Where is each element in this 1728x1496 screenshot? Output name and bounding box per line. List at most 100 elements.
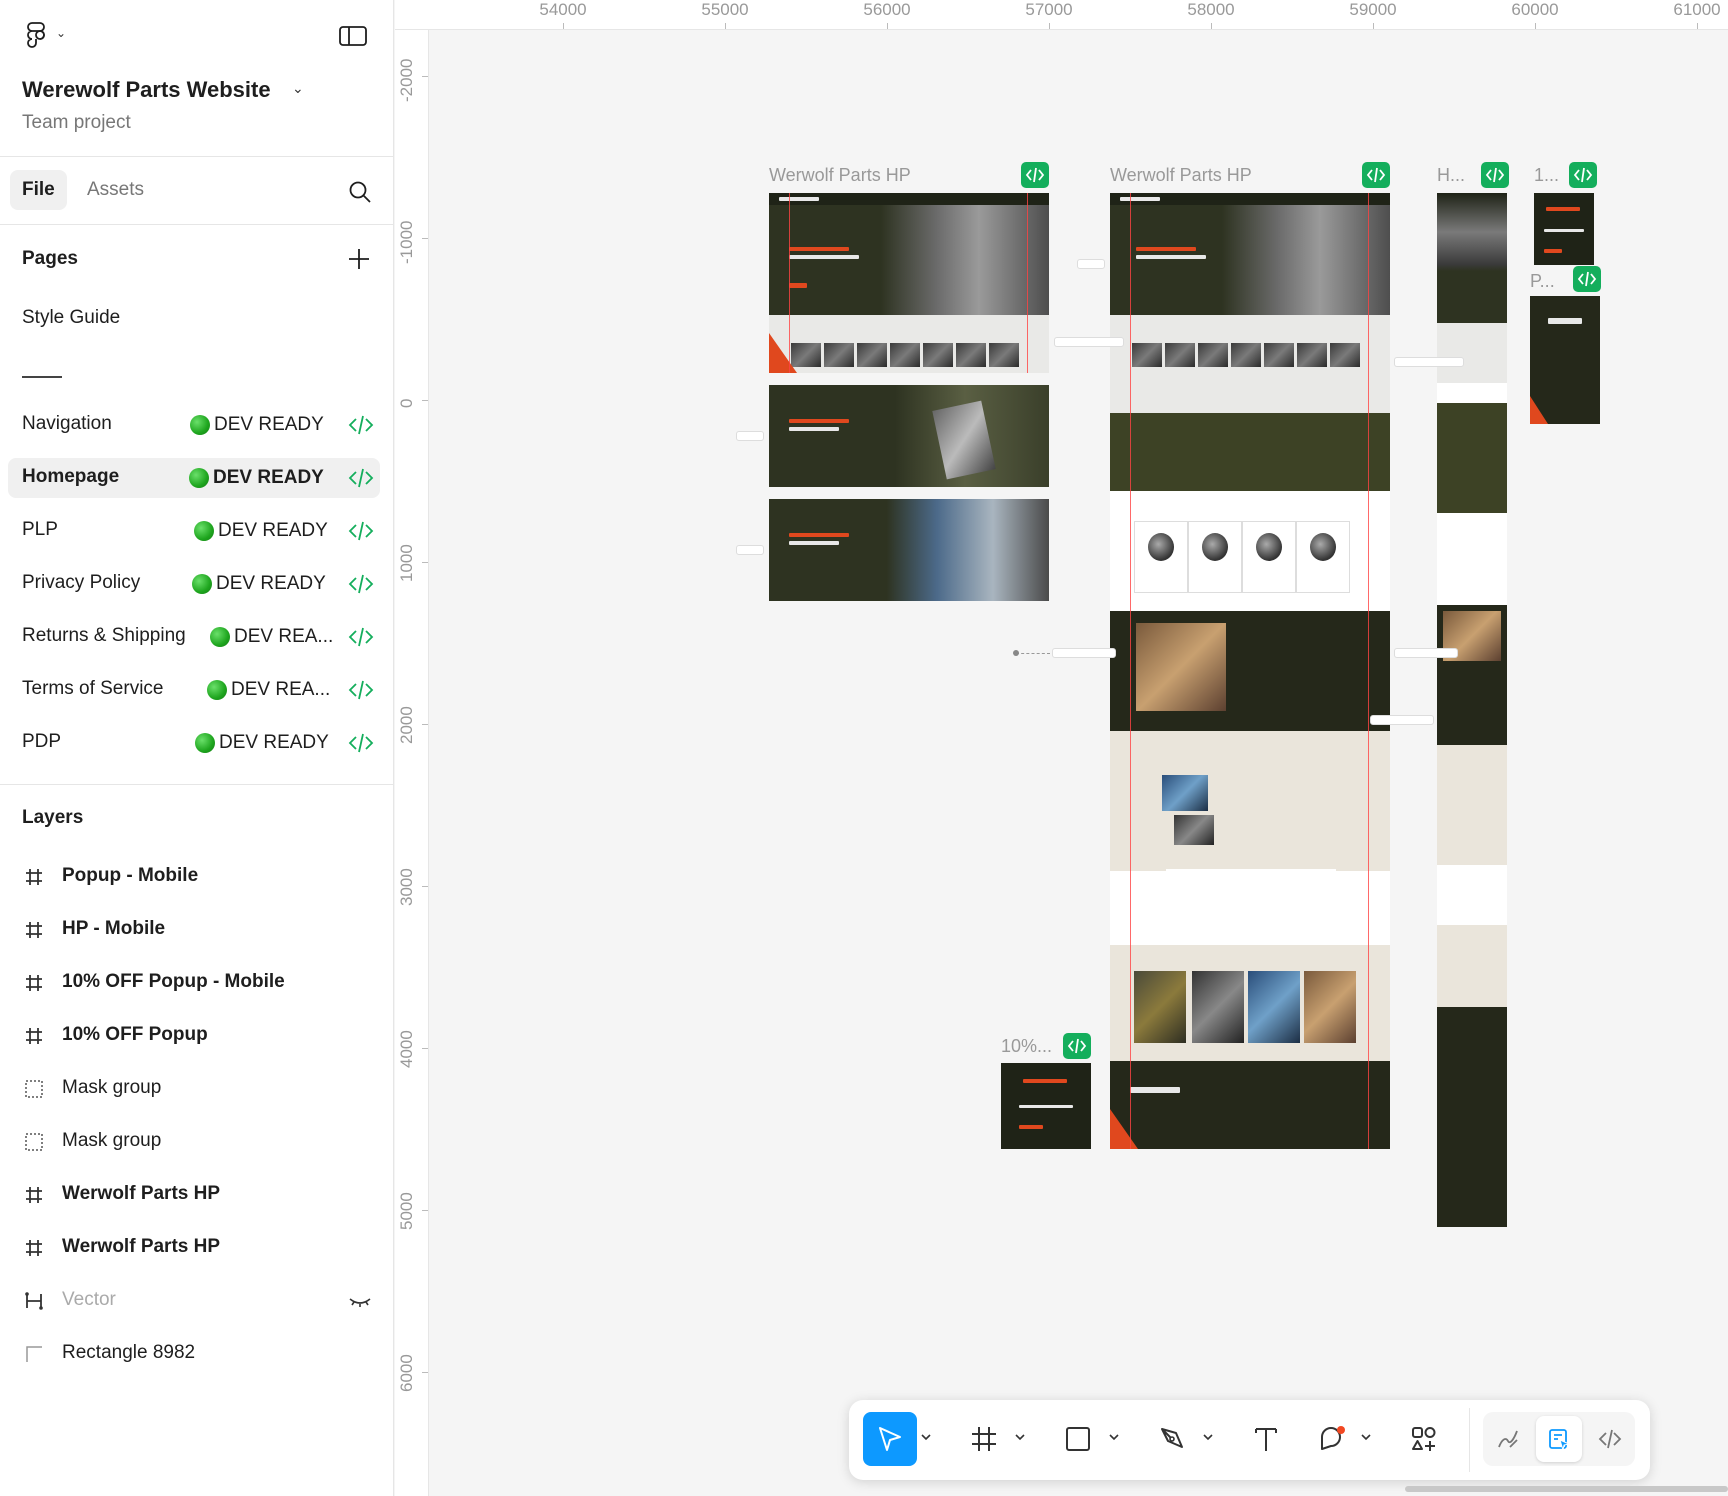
- chevron-down-icon[interactable]: [919, 1430, 933, 1444]
- dev-ready-badge-icon[interactable]: [1569, 162, 1597, 188]
- page-item-terms-of-service[interactable]: Terms of Service DEV REA...: [8, 670, 380, 710]
- pages-heading: Pages: [22, 248, 78, 269]
- layer-item[interactable]: Werwolf Parts HP: [8, 1175, 380, 1215]
- chevron-down-icon[interactable]: [1359, 1430, 1373, 1444]
- layer-item[interactable]: Werwolf Parts HP: [8, 1228, 380, 1268]
- toggle-sidebar-icon[interactable]: [338, 24, 368, 48]
- frame-label[interactable]: 1...: [1534, 165, 1559, 186]
- project-title[interactable]: Werewolf Parts Website: [22, 77, 271, 103]
- page-name: PDP: [22, 731, 62, 752]
- frame-label[interactable]: H...: [1437, 165, 1465, 186]
- hero-headline: [789, 427, 839, 431]
- ruler-tick: [1211, 23, 1212, 29]
- dev-ready-badge-icon[interactable]: [1362, 162, 1390, 188]
- dev-mode-button[interactable]: [1587, 1416, 1633, 1462]
- layer-item[interactable]: 10% OFF Popup: [8, 1016, 380, 1056]
- draw-mode-button[interactable]: [1485, 1416, 1531, 1462]
- layer-item[interactable]: Vector: [8, 1281, 380, 1321]
- search-icon[interactable]: [348, 180, 372, 204]
- project-menu-chevron-icon[interactable]: ⌄: [292, 80, 304, 97]
- frame-tool-button[interactable]: [957, 1412, 1011, 1466]
- dev-mode-code-icon[interactable]: [348, 466, 374, 490]
- text-tool-button[interactable]: [1239, 1412, 1293, 1466]
- resources-tool-button[interactable]: [1397, 1412, 1451, 1466]
- main-menu-chevron-icon[interactable]: ⌄: [56, 26, 66, 40]
- dev-mode-code-icon[interactable]: [348, 413, 374, 437]
- layer-item[interactable]: Mask group: [8, 1069, 380, 1109]
- frame-label[interactable]: Werwolf Parts HP: [1110, 165, 1252, 186]
- dev-ready-badge-icon[interactable]: [1021, 162, 1049, 188]
- layer-item[interactable]: Mask group: [8, 1122, 380, 1162]
- dev-ready-badge-icon[interactable]: [1573, 266, 1601, 292]
- dev-mode-code-icon[interactable]: [348, 572, 374, 596]
- prototype-note[interactable]: [1077, 259, 1105, 269]
- popup-input: [1544, 229, 1584, 232]
- layer-item[interactable]: Popup - Mobile: [8, 857, 380, 897]
- popup-mobile-frame-2[interactable]: [1530, 296, 1600, 424]
- tab-assets[interactable]: Assets: [75, 170, 156, 210]
- frame-label[interactable]: 10%...: [1001, 1036, 1052, 1057]
- move-tool-button[interactable]: [863, 1412, 917, 1466]
- page-item-privacy-policy[interactable]: Privacy Policy DEV READY: [8, 564, 380, 604]
- prototype-note[interactable]: [1394, 648, 1458, 658]
- prototype-note[interactable]: [1052, 648, 1116, 658]
- design-canvas[interactable]: Werwolf Parts HP Werwolf Parts HP H... 1…: [430, 31, 1728, 1496]
- dev-mode-code-icon[interactable]: [348, 678, 374, 702]
- frame-icon: [26, 1240, 42, 1256]
- popup-desktop-frame[interactable]: [1001, 1063, 1091, 1149]
- frame-icon: [26, 1028, 42, 1044]
- design-mode-button[interactable]: [1536, 1416, 1582, 1462]
- page-name: Terms of Service: [22, 678, 164, 699]
- page-name: Style Guide: [22, 307, 121, 328]
- dev-ready-badge-icon[interactable]: [1063, 1033, 1091, 1059]
- hp-desktop-frame-1[interactable]: [769, 193, 1049, 373]
- dev-mode-code-icon[interactable]: [348, 519, 374, 543]
- hero-variant-2[interactable]: [769, 385, 1049, 487]
- chevron-down-icon[interactable]: [1201, 1430, 1215, 1444]
- mask-group-icon: [25, 1133, 43, 1151]
- layer-name: Mask group: [62, 1077, 162, 1098]
- page-item-homepage[interactable]: Homepage DEV READY: [8, 458, 380, 498]
- popup-logo: [1548, 318, 1582, 324]
- chevron-down-icon[interactable]: [1013, 1430, 1027, 1444]
- page-item-returns-shipping[interactable]: Returns & Shipping DEV REA...: [8, 617, 380, 657]
- chevron-down-icon[interactable]: [1107, 1430, 1121, 1444]
- hp-mobile-frame[interactable]: [1437, 193, 1507, 1227]
- page-item-style-guide[interactable]: Style Guide: [8, 299, 380, 339]
- dev-mode-code-icon[interactable]: [348, 625, 374, 649]
- horizontal-scrollbar[interactable]: [1405, 1486, 1728, 1492]
- hero-headline: [1136, 247, 1196, 251]
- hp-desktop-frame-2[interactable]: [1110, 193, 1390, 1149]
- page-item-plp[interactable]: PLP DEV READY: [8, 511, 380, 551]
- code-icon: [1598, 1429, 1622, 1449]
- layer-item[interactable]: 10% OFF Popup - Mobile: [8, 963, 380, 1003]
- pen-tool-button[interactable]: [1145, 1412, 1199, 1466]
- dev-ready-badge-icon[interactable]: [1481, 162, 1509, 188]
- dev-mode-code-icon[interactable]: [348, 731, 374, 755]
- frame-label[interactable]: P...: [1530, 271, 1555, 292]
- figma-logo-icon[interactable]: [24, 22, 48, 50]
- page-item-pdp[interactable]: PDP DEV READY: [8, 723, 380, 763]
- prototype-note[interactable]: [736, 545, 764, 555]
- tab-file[interactable]: File: [10, 170, 67, 210]
- hidden-eye-icon[interactable]: [348, 1291, 372, 1311]
- layer-item[interactable]: HP - Mobile: [8, 910, 380, 950]
- comment-tool-button[interactable]: [1305, 1412, 1359, 1466]
- ruler-label: -1000: [397, 220, 416, 264]
- page-name: PLP: [22, 519, 58, 540]
- about-image: [1162, 775, 1208, 811]
- add-page-icon[interactable]: [347, 247, 371, 271]
- prototype-note[interactable]: [1054, 337, 1124, 347]
- rectangle-icon: [26, 1346, 42, 1362]
- prototype-note[interactable]: [1370, 715, 1434, 725]
- green-dot-icon: [194, 521, 214, 541]
- status-text: DEV REA...: [231, 679, 331, 700]
- rectangle-tool-button[interactable]: [1051, 1412, 1105, 1466]
- page-item-navigation[interactable]: Navigation DEV READY: [8, 405, 380, 445]
- prototype-note[interactable]: [736, 431, 764, 441]
- layer-item[interactable]: Rectangle 8982: [8, 1334, 380, 1374]
- hero-variant-3[interactable]: [769, 499, 1049, 601]
- frame-label[interactable]: Werwolf Parts HP: [769, 165, 911, 186]
- prototype-note[interactable]: [1394, 357, 1464, 367]
- popup-mobile-frame[interactable]: [1534, 193, 1594, 265]
